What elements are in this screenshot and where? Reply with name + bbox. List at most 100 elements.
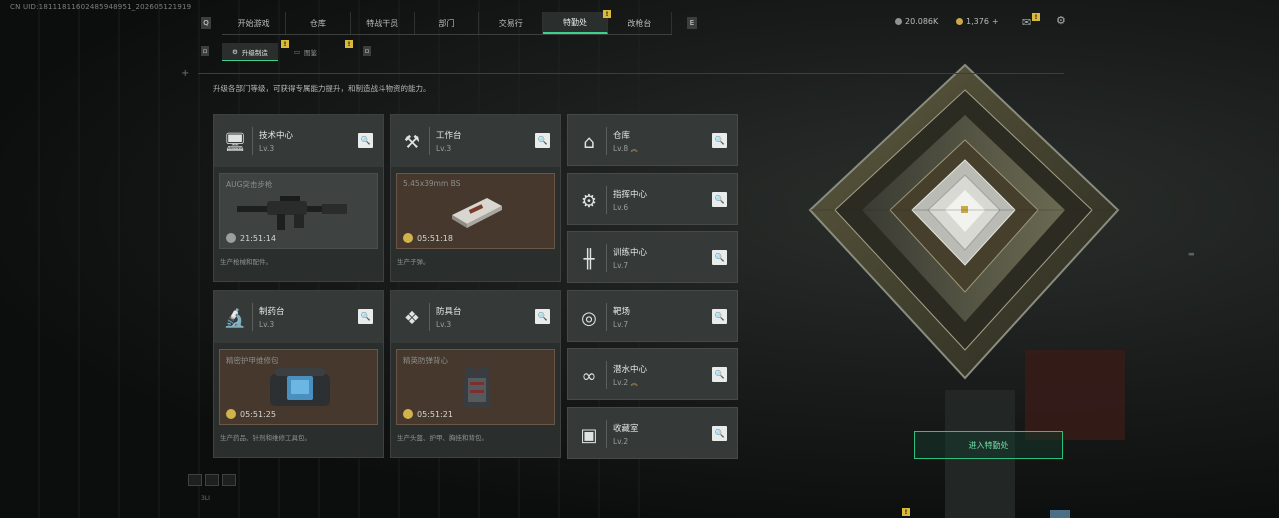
- search-icon[interactable]: 🔍: [712, 133, 727, 148]
- tab-warehouse[interactable]: 仓库: [286, 12, 351, 34]
- search-icon[interactable]: 🔍: [712, 309, 727, 324]
- department-name: 训练中心: [613, 248, 648, 258]
- silver-currency: 20.086K: [895, 17, 938, 26]
- red-light-glow: [1025, 350, 1125, 440]
- card-separator: [606, 361, 607, 389]
- department-level: Lv.2: [613, 437, 629, 446]
- subnav-next-button[interactable]: ▫: [363, 46, 371, 56]
- department-card-command-center[interactable]: ⚙ 指挥中心 Lv.6 🔍: [567, 173, 738, 225]
- subtab-upgrade-craft-label: 升级制造: [241, 48, 268, 57]
- add-currency-icon[interactable]: +: [992, 17, 999, 26]
- workshop-card-workbench[interactable]: ⚒ 工作台 Lv.3 🔍 5.45x39mm BS 05:51:18 生产子弹。: [390, 114, 561, 282]
- product-name: 精英防弹背心: [403, 356, 448, 365]
- microscope-icon: 🔬: [223, 307, 247, 329]
- gear-icon[interactable]: ⚙: [1056, 14, 1066, 27]
- warehouse-icon: ⌂: [583, 131, 595, 153]
- target-icon: ◎: [581, 307, 597, 329]
- silver-coin-icon: [895, 18, 902, 25]
- version-label: 3LI: [201, 495, 210, 502]
- special-ops-badge: !: [603, 10, 611, 18]
- tab-departments[interactable]: 部门: [415, 12, 480, 34]
- card-separator: [429, 303, 430, 331]
- workshop-level: Lv.3: [259, 144, 275, 153]
- department-level: Lv.7: [613, 320, 629, 329]
- tools-icon: ⚒: [403, 131, 421, 153]
- enter-special-ops-button[interactable]: 进入特勤处: [914, 431, 1063, 459]
- department-level: Lv.6: [613, 203, 629, 212]
- card-header: ❖ 防具台 Lv.3 🔍: [391, 291, 560, 343]
- rifle-image: [237, 196, 347, 230]
- subtab-catalog[interactable]: ▭ 图鉴: [284, 43, 327, 61]
- department-card-diving-center[interactable]: ∞ 潜水中心 Lv.2 ︽ 🔍: [567, 348, 738, 400]
- tab-gunsmith[interactable]: 改枪台: [608, 12, 672, 34]
- armor-parts-icon: ❖: [403, 307, 421, 329]
- department-name: 潜水中心: [613, 365, 648, 375]
- card-separator: [606, 303, 607, 331]
- mail-badge: !: [1032, 13, 1040, 21]
- tab-operators[interactable]: 特战干员: [351, 12, 415, 34]
- subnav-prev-button[interactable]: ▫: [201, 46, 209, 56]
- nav-next-button[interactable]: E: [687, 17, 697, 29]
- ammo-box-image: [452, 198, 502, 228]
- card-separator: [252, 127, 253, 155]
- workshop-description: 生产子弹。: [397, 258, 430, 266]
- department-card-training-center[interactable]: ╫ 训练中心 Lv.7 🔍: [567, 231, 738, 283]
- armor-vest-image: [463, 366, 491, 408]
- workshop-card-tech-center[interactable]: 🖥 技术中心 Lv.3 🔍 AUG突击步枪 21:51:14 生产枪械和配件。: [213, 114, 384, 282]
- search-icon[interactable]: 🔍: [712, 250, 727, 265]
- avatar[interactable]: [1050, 510, 1070, 518]
- search-icon[interactable]: 🔍: [712, 192, 727, 207]
- nav-prev-button[interactable]: Q: [201, 17, 211, 29]
- search-icon[interactable]: 🔍: [358, 133, 373, 148]
- craft-icon: ⚙: [232, 47, 238, 56]
- search-icon[interactable]: 🔍: [535, 133, 550, 148]
- workshop-level: Lv.3: [259, 320, 275, 329]
- repair-kit-image: [270, 368, 330, 406]
- card-header: ⚒ 工作台 Lv.3 🔍: [391, 115, 560, 167]
- page-description: 升级各部门等级，可获得专属能力提升，和制造战斗物资的能力。: [213, 84, 431, 93]
- search-icon[interactable]: 🔍: [535, 309, 550, 324]
- clock-icon: [403, 409, 413, 419]
- workshop-card-armor-bench[interactable]: ❖ 防具台 Lv.3 🔍 精英防弹背心 05:51:21 生产头盔、护甲、胸挂和…: [390, 290, 561, 458]
- mail-icon[interactable]: ✉: [1022, 16, 1031, 29]
- card-separator: [429, 127, 430, 155]
- subtab-catalog-label: 图鉴: [303, 49, 317, 57]
- chip-icon: ⚙: [580, 190, 598, 212]
- search-icon[interactable]: 🔍: [712, 367, 727, 382]
- workshop-description: 生产药品、针剂和维修工具包。: [220, 434, 311, 442]
- dumbbell-icon: ╫: [583, 248, 595, 270]
- production-slot[interactable]: AUG突击步枪 21:51:14: [219, 173, 378, 249]
- workshop-name: 工作台: [436, 131, 462, 141]
- timer-value: 05:51:18: [417, 233, 453, 243]
- production-timer: 05:51:18: [403, 233, 453, 243]
- timer-value: 21:51:14: [240, 233, 276, 243]
- bottom-badge: !: [902, 508, 910, 516]
- side-marker: ▬: [1188, 250, 1195, 258]
- subtab-upgrade-craft[interactable]: ⚙ 升级制造: [222, 43, 278, 61]
- department-card-warehouse[interactable]: ⌂ 仓库 Lv.8 ︽ 🔍: [567, 114, 738, 166]
- tab-trading[interactable]: 交易行: [479, 12, 544, 34]
- card-separator: [606, 244, 607, 272]
- search-icon[interactable]: 🔍: [358, 309, 373, 324]
- department-card-shooting-range[interactable]: ◎ 靶场 Lv.7 🔍: [567, 290, 738, 342]
- upgrade-arrow-icon: ︽: [630, 379, 638, 387]
- workshop-name: 防具台: [436, 307, 462, 317]
- card-separator: [606, 127, 607, 155]
- bottom-slot: [205, 474, 219, 486]
- search-icon[interactable]: 🔍: [712, 426, 727, 441]
- department-level-row: Lv.2 ︽: [613, 378, 638, 388]
- product-name: AUG突击步枪: [226, 180, 273, 189]
- department-level: Lv.7: [613, 261, 629, 270]
- catalog-icon: ▭: [293, 48, 300, 56]
- production-slot[interactable]: 精密护甲维修包 05:51:25: [219, 349, 378, 425]
- production-slot[interactable]: 精英防弹背心 05:51:21: [396, 349, 555, 425]
- monitor-icon: 🖥: [223, 131, 247, 153]
- gold-currency[interactable]: 1,376 +: [956, 17, 999, 26]
- department-card-collection-room[interactable]: ▣ 收藏室 Lv.2 🔍: [567, 407, 738, 459]
- workshop-card-pharmacy[interactable]: 🔬 制药台 Lv.3 🔍 精密护甲维修包 05:51:25 生产药品、针剂和维修…: [213, 290, 384, 458]
- card-separator: [606, 420, 607, 448]
- production-slot[interactable]: 5.45x39mm BS 05:51:18: [396, 173, 555, 249]
- tab-start-game[interactable]: 开始游戏: [222, 12, 287, 34]
- tab-special-ops[interactable]: 特勤处: [543, 12, 608, 34]
- card-separator: [606, 186, 607, 214]
